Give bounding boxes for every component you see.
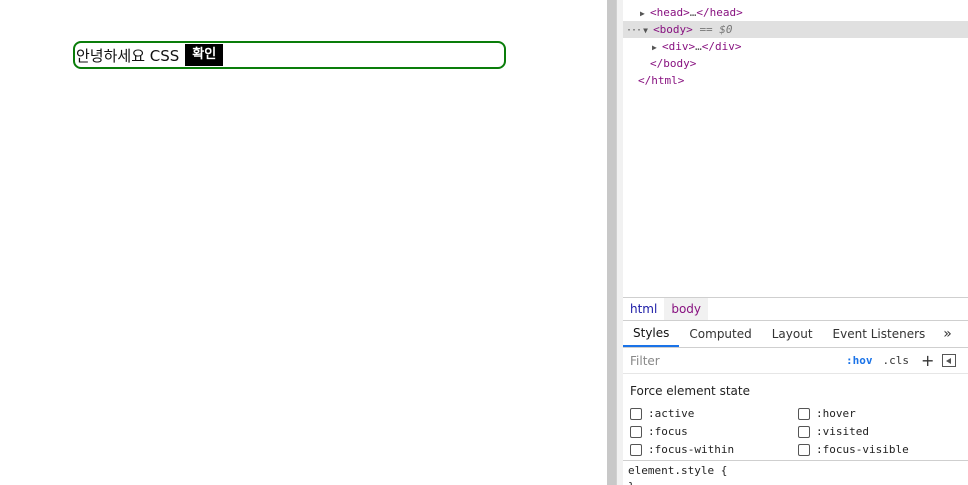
state-focus[interactable]: :focus (630, 425, 688, 438)
dom-node-head[interactable]: ▶ <head>…</head> (640, 4, 743, 21)
rule-selector: element.style { (628, 464, 728, 477)
more-tabs-icon[interactable]: » (935, 321, 960, 347)
styles-toolbar: :hov .cls + (623, 348, 968, 374)
more-options-icon[interactable]: ··· (623, 25, 642, 36)
tab-event-listeners[interactable]: Event Listeners (823, 321, 936, 347)
state-focus-within[interactable]: :focus-within (630, 443, 734, 456)
breadcrumb-body[interactable]: body (664, 298, 709, 320)
checkbox-hover[interactable] (798, 407, 810, 420)
dom-node-body-close[interactable]: </body> (650, 55, 696, 72)
expand-triangle-icon[interactable]: ▶ (652, 39, 662, 56)
element-style-rule[interactable]: element.style { } (623, 460, 968, 485)
state-label: :hover (816, 407, 856, 420)
checkbox-focus[interactable] (630, 425, 642, 438)
head-close-tag: </head> (696, 6, 743, 19)
tab-styles[interactable]: Styles (623, 321, 680, 347)
selected-node-ref: == $0 (699, 23, 733, 36)
state-label: :visited (816, 425, 869, 438)
div-open-tag: <div> (662, 40, 696, 53)
greeting-text: 안녕하세요 CSS (76, 46, 180, 65)
state-hover[interactable]: :hover (798, 407, 856, 420)
head-open-tag: <head> (650, 6, 690, 19)
body-open-tag: <body> (653, 23, 693, 36)
collapse-triangle-icon[interactable]: ▼ (643, 22, 653, 39)
dom-node-div[interactable]: ▶ <div>…</div> (652, 38, 742, 55)
checkbox-visited[interactable] (798, 425, 810, 438)
page-viewport: 안녕하세요 CSS 확인 (0, 0, 607, 485)
hov-toggle[interactable]: :hov (846, 354, 873, 367)
dom-node-html-close[interactable]: </html> (638, 72, 684, 89)
dom-node-body[interactable]: ··· ▼ <body> == $0 (623, 21, 968, 38)
tab-computed[interactable]: Computed (679, 321, 761, 347)
expand-triangle-icon[interactable]: ▶ (640, 5, 650, 22)
dom-tree: ▶ <head>…</head> ··· ▼ <body> == $0 ▶ <div>…… (623, 0, 968, 297)
checkbox-active[interactable] (630, 407, 642, 420)
rule-close-brace: } (628, 480, 968, 485)
demo-container: 안녕하세요 CSS 확인 (73, 41, 506, 69)
checkbox-focus-within[interactable] (630, 443, 642, 456)
breadcrumb-html[interactable]: html (623, 298, 664, 320)
html-close-tag: </html> (638, 74, 685, 87)
checkbox-focus-visible[interactable] (798, 443, 810, 456)
state-focus-visible[interactable]: :focus-visible (798, 443, 909, 456)
state-label: :active (648, 407, 695, 420)
filter-input[interactable] (627, 350, 836, 371)
panel-splitter[interactable] (607, 0, 616, 485)
tab-layout[interactable]: Layout (762, 321, 823, 347)
toggle-sidebar-icon[interactable] (942, 354, 957, 367)
state-visited[interactable]: :visited (798, 425, 869, 438)
panel-splitter-track (616, 0, 623, 485)
div-ellipsis: … (695, 40, 702, 53)
state-label: :focus (648, 425, 688, 438)
breadcrumb: html body (623, 297, 968, 321)
devtools-panel: ▶ <head>…</head> ··· ▼ <body> == $0 ▶ <div>…… (623, 0, 968, 485)
confirm-button[interactable]: 확인 (185, 44, 224, 66)
cls-toggle[interactable]: .cls (883, 354, 910, 367)
state-label: :focus-visible (816, 443, 909, 456)
div-close-tag: </div> (701, 40, 742, 53)
force-state-title: Force element state (630, 384, 750, 398)
styles-tabbar: Styles Computed Layout Event Listeners » (623, 321, 968, 348)
body-close-tag: </body> (650, 57, 697, 70)
state-active[interactable]: :active (630, 407, 694, 420)
new-rule-icon[interactable]: + (921, 352, 934, 369)
state-label: :focus-within (648, 443, 735, 456)
